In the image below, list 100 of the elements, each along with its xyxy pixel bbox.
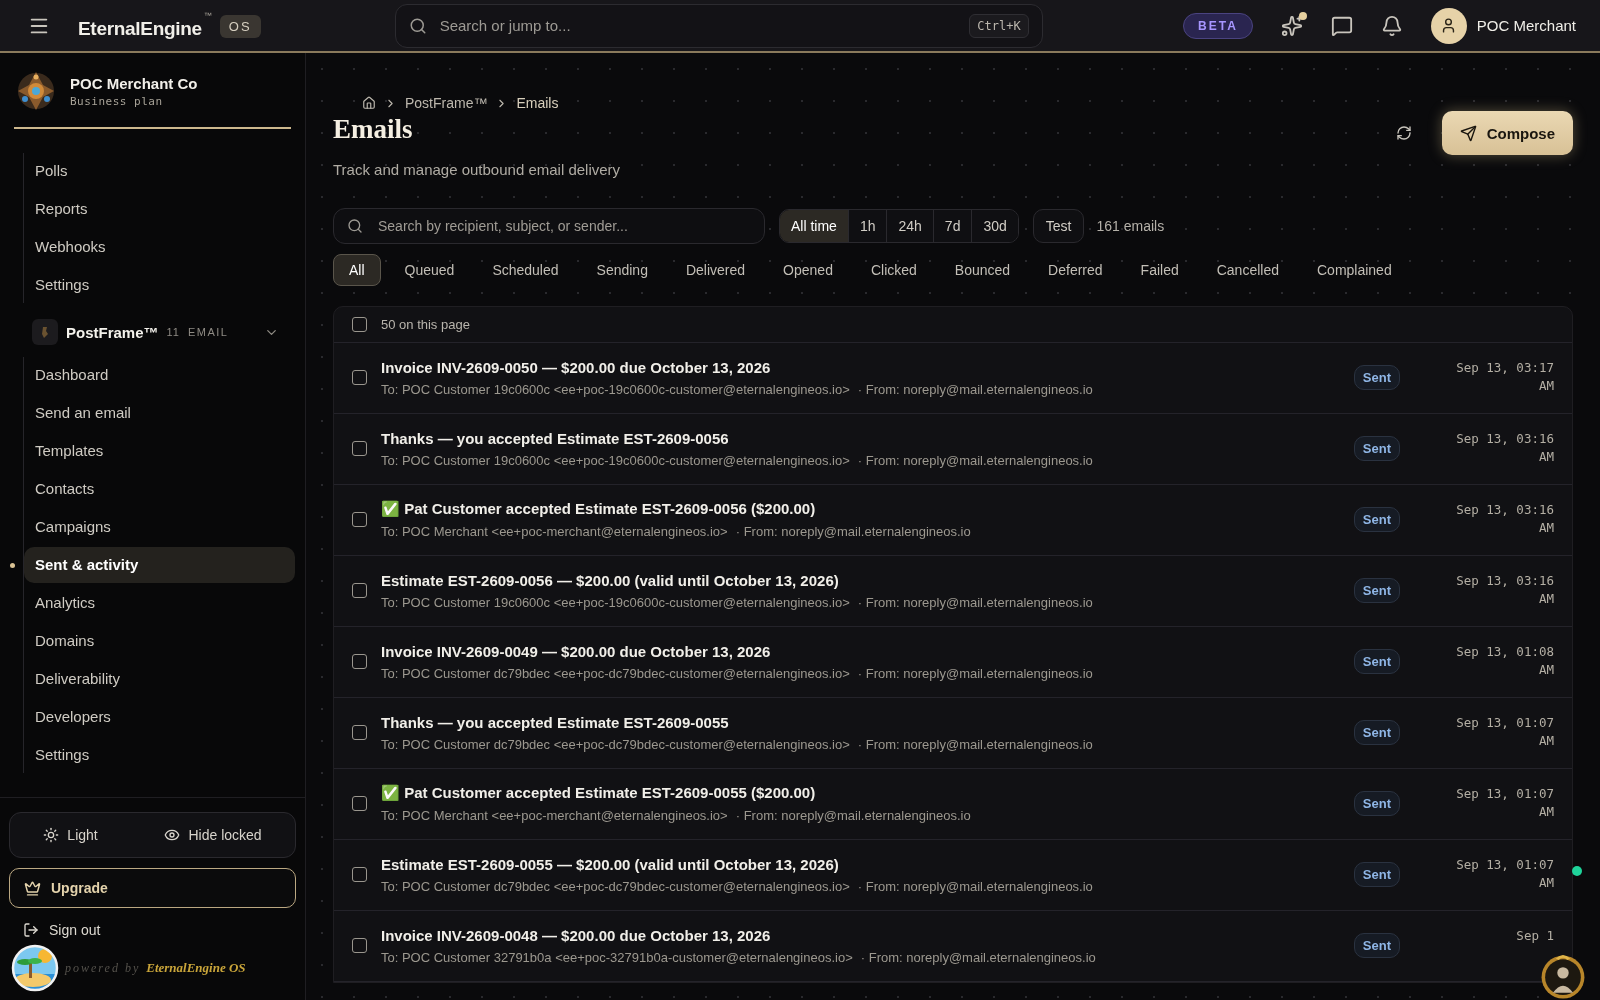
checkbox[interactable]: [352, 370, 367, 386]
compose-button[interactable]: Compose: [1441, 111, 1573, 155]
status-filter-tab[interactable]: Delivered: [669, 253, 762, 286]
sidebar-item[interactable]: Contacts: [24, 471, 295, 507]
sidebar-item[interactable]: Reports: [24, 191, 295, 227]
sidebar-item[interactable]: Domains: [24, 623, 295, 659]
recipient-text: To: POC Customer 19c0600c <ee+poc-19c0600c-customer@eternalengineos.io>: [381, 452, 850, 468]
refresh-icon[interactable]: [1395, 125, 1412, 141]
time-range-tab[interactable]: 30d: [971, 209, 1018, 242]
sender-text: · From: noreply@mail.eternalengineos.io: [857, 665, 1093, 681]
checkbox[interactable]: [352, 583, 367, 599]
org-plan: Business plan: [70, 94, 164, 108]
sign-out-button[interactable]: Sign out: [9, 918, 296, 942]
section-header[interactable]: PostFrame™ 11 EMAIL: [0, 303, 305, 357]
email-row[interactable]: Invoice INV-2609-0050 — $200.00 due October 13, 2026 To: POC Customer 19c0600c <ee+poc-19c0600c-customer@eternalengineos.io> · From: noreply@mail.eternalengineos.io Sent Sep 13, 03:17 AM: [334, 342, 1572, 414]
email-subject: Estimate EST-2609-0055 — $200.00 (valid until October 13, 2026): [381, 855, 840, 873]
email-row[interactable]: Thanks — you accepted Estimate EST-2609-0055 To: POC Customer dc79bdec <ee+poc-dc79bdec-customer@eternalengineos.io> · From: noreply@mail.eternalengineos.io Sent Sep 13, 01:07 AM: [334, 697, 1572, 769]
status-filter-tab[interactable]: Complained: [1301, 253, 1408, 286]
recipient-text: To: POC Customer dc79bdec <ee+poc-dc79bdec-customer@eternalengineos.io>: [381, 736, 850, 752]
email-row[interactable]: Invoice INV-2609-0049 — $200.00 due October 13, 2026 To: POC Customer dc79bdec <ee+poc-dc79bdec-customer@eternalengineos.io> · From: noreply@mail.eternalengineos.io Sent Sep 13, 01:08 AM: [334, 626, 1572, 698]
home-icon[interactable]: [362, 96, 376, 110]
time-range-tab[interactable]: 24h: [886, 209, 933, 242]
checkbox[interactable]: [352, 725, 367, 741]
recipient-text: To: POC Customer 19c0600c <ee+poc-19c0600c-customer@eternalengineos.io>: [381, 594, 850, 610]
sidebar-item[interactable]: Campaigns: [24, 509, 295, 545]
status-filter-tab[interactable]: Bounced: [938, 253, 1027, 286]
sidebar-item[interactable]: Polls: [24, 153, 295, 189]
org-name: POC Merchant Co: [70, 74, 198, 92]
status-filter-tab[interactable]: Failed: [1124, 253, 1195, 286]
email-row[interactable]: ✅ Pat Customer accepted Estimate EST-2609-0056 ($200.00) To: POC Merchant <ee+poc-merchant@eternalengineos.io> · From: noreply@mail.eternalengineos.io Sent Sep 13, 03:16 AM: [334, 484, 1572, 556]
email-count: 161 emails: [1096, 217, 1165, 234]
upgrade-button[interactable]: Upgrade: [9, 868, 296, 908]
beta-badge: BETA: [1183, 12, 1253, 39]
sidebar-item[interactable]: Sent & activity: [24, 547, 295, 583]
recipient-text: To: POC Merchant <ee+poc-merchant@eternalengineos.io>: [381, 524, 728, 540]
time-range-tab[interactable]: 7d: [932, 209, 972, 242]
trademark-mark: ™: [203, 11, 212, 20]
checkbox[interactable]: [352, 867, 367, 883]
checkbox[interactable]: [352, 441, 367, 457]
test-filter-button[interactable]: Test: [1032, 208, 1085, 243]
active-dot: [10, 563, 15, 568]
sender-text: · From: noreply@mail.eternalengineos.io: [735, 808, 971, 824]
light-theme-button[interactable]: Light: [37, 826, 104, 844]
avatar-icon: [1430, 7, 1467, 44]
bell-icon[interactable]: [1380, 14, 1403, 37]
email-subject: ✅ Pat Customer accepted Estimate EST-2609-0056 ($200.00): [381, 500, 817, 519]
sidebar-item[interactable]: Developers: [24, 699, 295, 735]
sidebar-item[interactable]: Deliverability: [24, 661, 295, 697]
select-all-label: 50 on this page: [381, 316, 470, 332]
checkbox[interactable]: [352, 654, 367, 670]
sidebar-item[interactable]: Webhooks: [24, 229, 295, 265]
search-field[interactable]: Search by recipient, subject, or sender...: [333, 207, 765, 244]
status-badge: Sent: [1353, 791, 1400, 817]
checkbox[interactable]: [352, 316, 367, 332]
sender-text: · From: noreply@mail.eternalengineos.io: [857, 878, 1093, 894]
status-filter-tab[interactable]: Clicked: [854, 253, 933, 286]
time-range-tab[interactable]: All time: [780, 209, 848, 242]
sidebar-item[interactable]: Send an email: [24, 395, 295, 431]
checkbox[interactable]: [352, 796, 367, 812]
sun-icon: [43, 827, 60, 843]
sidebar-item[interactable]: Settings: [24, 267, 295, 303]
brand-name: EternalEngine: [78, 18, 202, 40]
send-icon: [1459, 124, 1477, 142]
status-filter-tab[interactable]: Sending: [580, 253, 664, 286]
sign-out-icon: [23, 922, 39, 938]
status-badge: Sent: [1353, 365, 1400, 391]
user-menu[interactable]: POC Merchant: [1430, 7, 1576, 44]
sent-time: Sep 13, 01:07 AM: [1455, 784, 1554, 821]
recipient-text: To: POC Customer 32791b0a <ee+poc-32791b0a-customer@eternalengineos.io>: [381, 949, 853, 965]
email-row[interactable]: Estimate EST-2609-0056 — $200.00 (valid until October 13, 2026) To: POC Customer 19c0600c <ee+poc-19c0600c-customer@eternalengineos.io> · From: noreply@mail.eternalengineos.io Sent Sep 13, 03:16 AM: [334, 555, 1572, 627]
status-filter-tab[interactable]: Deferred: [1032, 253, 1119, 286]
time-range-tab[interactable]: 1h: [847, 209, 887, 242]
hide-locked-button[interactable]: Hide locked: [158, 826, 268, 844]
checkbox[interactable]: [352, 938, 367, 954]
sent-time: Sep 13, 01:07 AM: [1455, 855, 1554, 892]
sent-time: Sep 13, 01:07 AM: [1455, 713, 1554, 750]
sent-time: Sep 13, 03:16 AM: [1455, 571, 1554, 608]
sender-text: · From: noreply@mail.eternalengineos.io: [857, 381, 1093, 397]
email-row[interactable]: Thanks — you accepted Estimate EST-2609-0056 To: POC Customer 19c0600c <ee+poc-19c0600c-customer@eternalengineos.io> · From: noreply@mail.eternalengineos.io Sent Sep 13, 03:16 AM: [334, 413, 1572, 485]
checkbox[interactable]: [352, 512, 367, 528]
status-filter-tab[interactable]: Queued: [388, 253, 471, 286]
sidebar-item[interactable]: Templates: [24, 433, 295, 469]
sent-time: Sep 13, 01:08 AM: [1455, 642, 1554, 679]
recipient-text: To: POC Merchant <ee+poc-merchant@eternalengineos.io>: [381, 808, 728, 824]
email-subject: ✅ Pat Customer accepted Estimate EST-2609-0055 ($200.00): [381, 784, 817, 803]
shortcut-key: Ctrl+K: [969, 13, 1029, 38]
email-row[interactable]: ✅ Pat Customer accepted Estimate EST-2609-0055 ($200.00) To: POC Merchant <ee+poc-merchant@eternalengineos.io> · From: noreply@mail.eternalengineos.io Sent Sep 13, 01:07 AM: [334, 768, 1572, 840]
status-filter-tab[interactable]: Scheduled: [476, 253, 575, 286]
email-row[interactable]: Estimate EST-2609-0055 — $200.00 (valid until October 13, 2026) To: POC Customer dc79bdec <ee+poc-dc79bdec-customer@eternalengineos.io> · From: noreply@mail.eternalengineos.io Sent Sep 13, 01:07 AM: [334, 839, 1572, 911]
sender-text: · From: noreply@mail.eternalengineos.io: [860, 949, 1096, 965]
breadcrumb-link[interactable]: PostFrame™: [405, 95, 488, 111]
powered-by-text: powered by: [65, 960, 141, 976]
status-filter-tab[interactable]: Cancelled: [1200, 253, 1295, 286]
sidebar-item[interactable]: Dashboard: [24, 357, 295, 393]
chat-icon[interactable]: [1330, 14, 1353, 37]
sidebar-item[interactable]: Settings: [24, 737, 295, 773]
status-filter-tab[interactable]: All: [333, 253, 381, 286]
sidebar-item[interactable]: Analytics: [24, 585, 295, 621]
status-filter-tab[interactable]: Opened: [767, 253, 849, 286]
breadcrumb-link[interactable]: Emails: [516, 95, 559, 111]
